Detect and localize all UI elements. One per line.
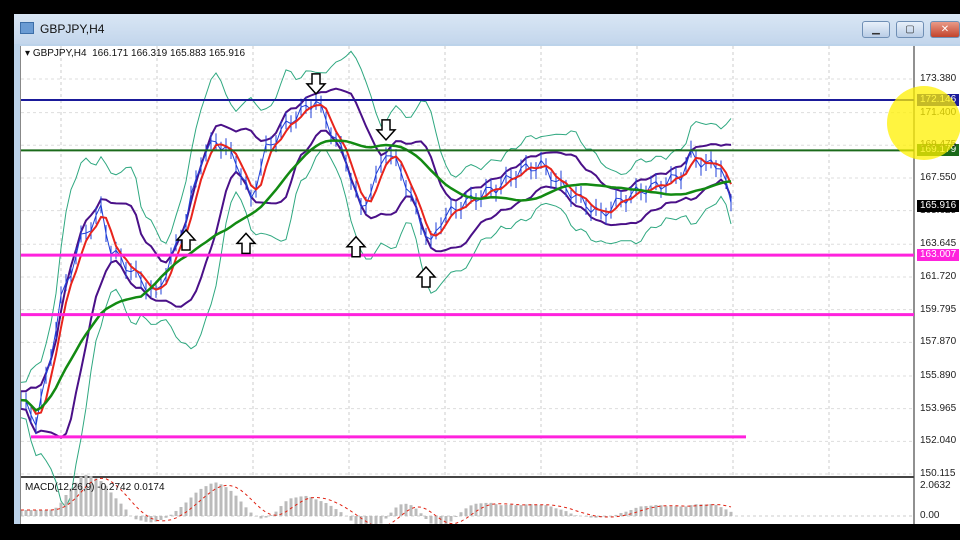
y-tick-label: 155.890 [920,369,957,381]
fast-moving-average [21,104,732,415]
macd-name: MACD(12,26,9) [25,482,95,493]
minimize-button[interactable]: ▁ [862,21,890,38]
symbol-label: GBPJPY,H4 [32,48,87,59]
y-tick-label: 150.115 [920,468,956,479]
price-chart [21,46,915,524]
y-tick-label: 157.870 [920,336,957,348]
close-button[interactable]: ✕ [930,21,960,38]
maximize-button[interactable]: ▢ [896,21,924,38]
y-tick-label: 163.645 [920,238,957,250]
inner-bollinger-upper [21,87,732,393]
up-arrow-icon [235,232,257,255]
down-arrow-icon [305,73,327,96]
level-price-tag: 163.007 [917,249,960,262]
chart-window-icon [20,22,34,34]
y-tick-label: 159.795 [920,303,957,315]
macd-tick-label: 2.0632 [920,480,951,491]
y-tick-label: 152.040 [920,435,957,447]
cursor-highlight [887,86,960,160]
chart-area[interactable]: ▾ GBPJPY,H4 166.171 166.319 165.883 165.… [20,46,960,524]
y-tick-label: 173.380 [920,73,957,84]
title-bar: GBPJPY,H4 ▁ ▢ ✕ [14,14,960,44]
chart-header: ▾ GBPJPY,H4 166.171 166.319 165.883 165.… [25,48,246,59]
y-tick-label: 161.720 [920,270,957,282]
y-tick-label: 167.550 [920,171,957,183]
macd-label: MACD(12,26,9) -0.2742 0.0174 [25,482,165,493]
up-arrow-icon [415,265,437,288]
macd-tick-label: 0.00 [920,510,940,521]
y-tick-label: 153.965 [920,402,957,414]
ohlc-values: 166.171 166.319 165.883 165.916 [92,48,246,59]
window-title: GBPJPY,H4 [40,22,105,36]
macd-values: -0.2742 0.0174 [97,482,165,493]
current-price-tag: 165.916 [917,199,960,212]
